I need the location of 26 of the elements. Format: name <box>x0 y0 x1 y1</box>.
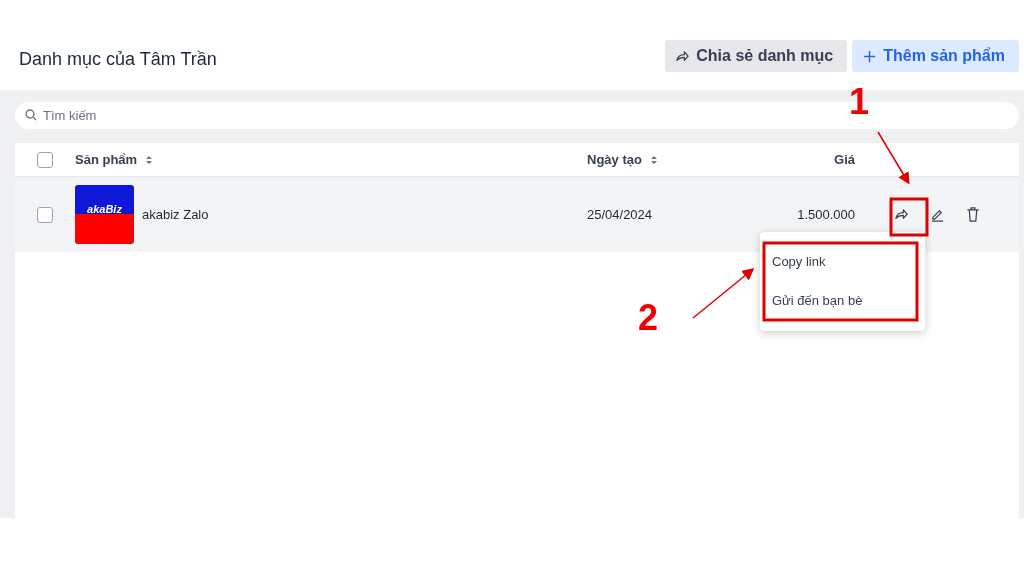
checkbox[interactable] <box>37 206 53 223</box>
product-thumbnail: akaBiz <box>75 185 134 244</box>
product-name: akabiz Zalo <box>142 205 209 224</box>
sort-icon[interactable] <box>145 154 154 165</box>
add-product-button[interactable]: Thêm sản phẩm <box>852 40 1019 72</box>
column-header[interactable]: Giá <box>834 149 855 170</box>
checkbox[interactable] <box>37 151 53 168</box>
share-icon <box>893 207 909 222</box>
annotation-number: 2 <box>638 300 659 336</box>
share-icon <box>675 48 691 64</box>
page-title: Danh mục của Tâm Trần <box>19 48 217 71</box>
date-cell-text: 25/04/2024 <box>587 205 654 224</box>
column-header[interactable]: Ngày tạo <box>587 149 642 170</box>
annotation-arrow <box>692 268 755 319</box>
share-catalog-button[interactable]: Chia sẻ danh mục <box>665 40 848 72</box>
column-header[interactable]: Sản phẩm <box>75 149 138 170</box>
sort-icon[interactable] <box>649 154 658 165</box>
plus-icon <box>862 48 878 64</box>
annotation-arrow <box>877 131 910 185</box>
table-row[interactable]: akaBiz akabiz Zalo 25/04/2024 1.500.000 <box>15 177 1019 252</box>
menu-item[interactable]: Gửi đến bạn bè <box>760 284 925 323</box>
pencil-icon <box>929 207 945 222</box>
trash-icon <box>966 207 980 222</box>
highlight-box <box>889 197 929 237</box>
search-icon <box>25 109 37 121</box>
price-cell-text: 1.500.000 <box>796 205 855 224</box>
